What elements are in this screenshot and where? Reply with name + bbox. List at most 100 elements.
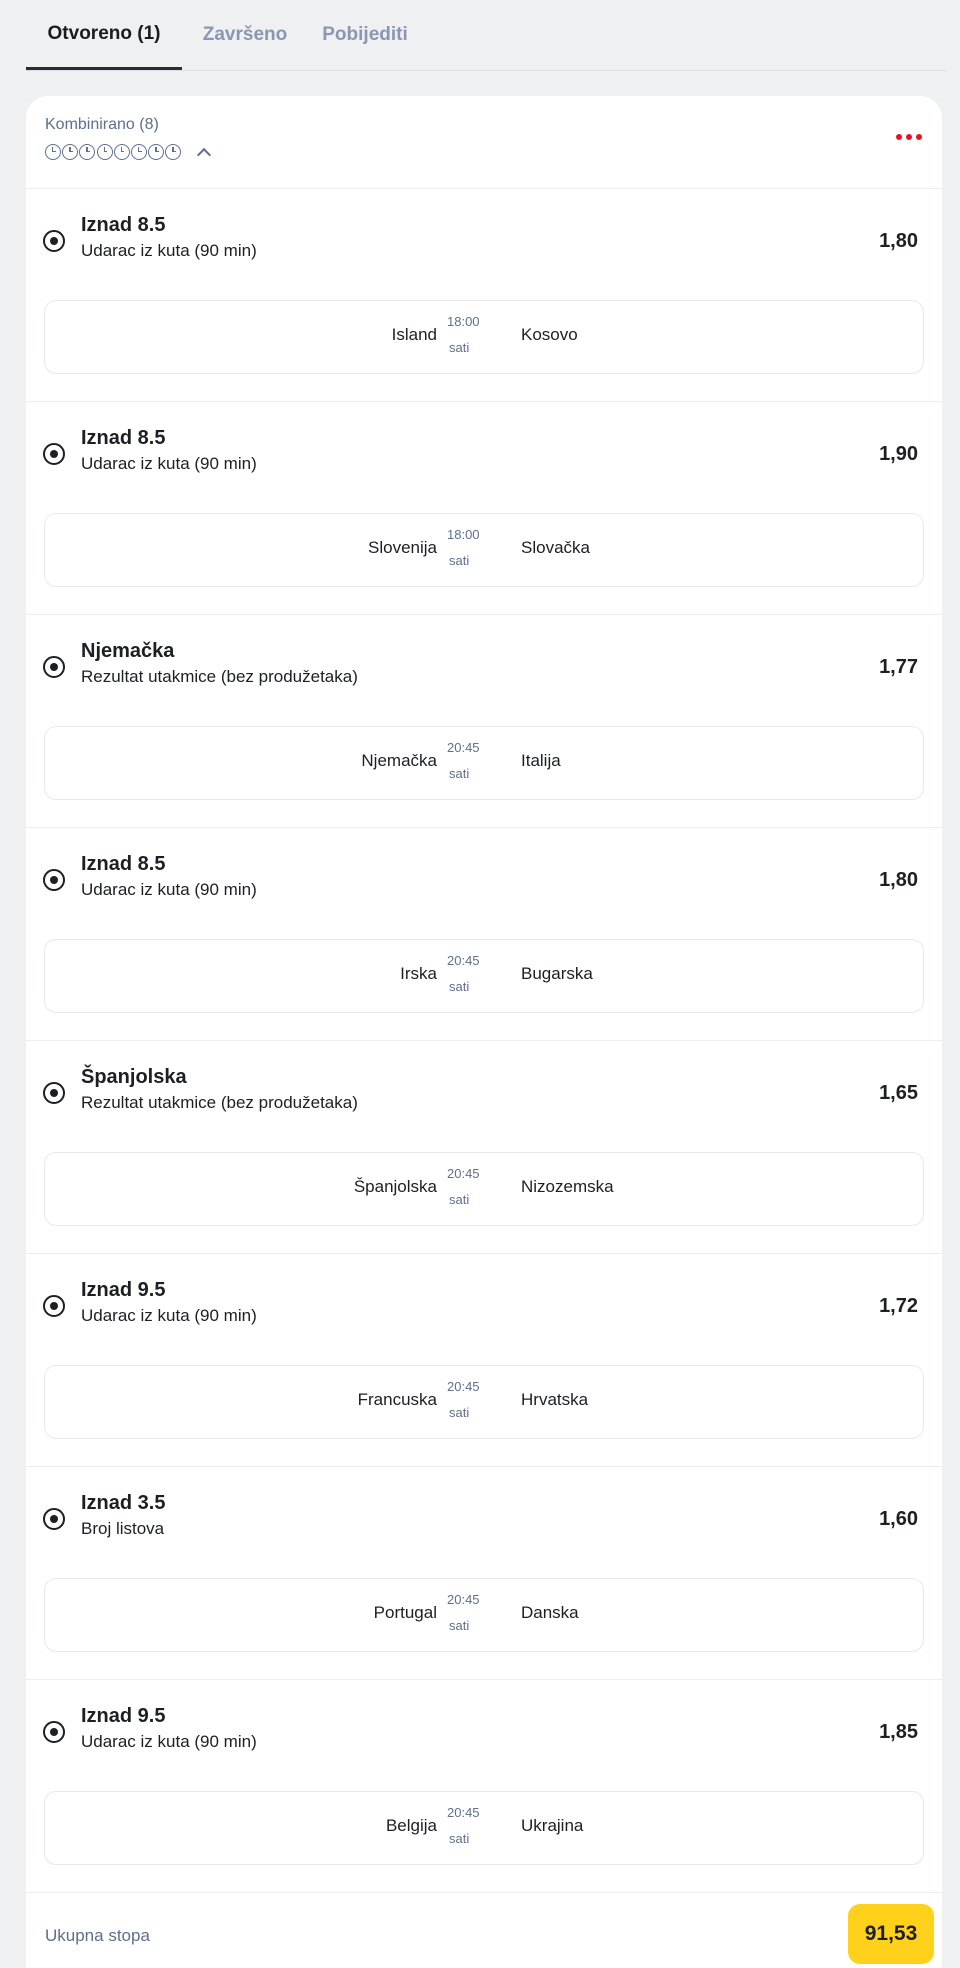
selection-item: Iznad 9.5 Udarac iz kuta (90 min) 1,72 F… <box>26 1253 942 1467</box>
selection-market: Udarac iz kuta (90 min) <box>81 880 257 899</box>
more-options-button[interactable] <box>892 134 922 140</box>
home-team: Belgija <box>385 1816 437 1835</box>
selection-odds: 1,90 <box>879 443 918 465</box>
match-time-unit: sati <box>449 1405 470 1420</box>
clock-icon <box>45 144 61 160</box>
match-time: 18:00 <box>447 314 480 329</box>
football-icon <box>43 1295 65 1317</box>
match-time-unit: sati <box>449 766 470 781</box>
selection-market: Udarac iz kuta (90 min) <box>81 1732 257 1751</box>
away-team: Slovačka <box>521 538 590 557</box>
more-dots-icon <box>896 134 902 140</box>
away-team: Danska <box>521 1603 579 1622</box>
away-team: Hrvatska <box>521 1390 589 1409</box>
match-time: 20:45 <box>447 1805 480 1820</box>
match-row[interactable]: Irska 20:45 sati Bugarska <box>44 939 924 1013</box>
match-time: 20:45 <box>447 1166 480 1181</box>
tab-won[interactable]: Pobijediti <box>310 0 420 70</box>
selection-pick: Španjolska <box>81 1066 187 1088</box>
match-row[interactable]: Francuska 20:45 sati Hrvatska <box>44 1365 924 1439</box>
selection-item: Iznad 8.5 Udarac iz kuta (90 min) 1,80 I… <box>26 188 942 402</box>
clock-icon <box>79 144 96 160</box>
away-team: Nizozemska <box>521 1177 614 1196</box>
football-icon <box>43 443 65 465</box>
football-icon <box>43 869 65 891</box>
selection-status-icons <box>45 142 211 162</box>
selection-odds: 1,60 <box>879 1508 918 1530</box>
away-team: Kosovo <box>521 325 578 344</box>
away-team: Ukrajina <box>521 1816 584 1835</box>
ticket-type-label: Kombinirano (8) <box>45 116 159 133</box>
match-time-unit: sati <box>449 340 470 355</box>
tab-open[interactable]: Otvoreno (1) <box>26 0 182 70</box>
match-row[interactable]: Slovenija 18:00 sati Slovačka <box>44 513 924 587</box>
match-time-unit: sati <box>449 1831 470 1846</box>
match-row[interactable]: Portugal 20:45 sati Danska <box>44 1578 924 1652</box>
selection-pick: Iznad 8.5 <box>81 214 166 236</box>
selection-odds: 1,65 <box>879 1082 918 1104</box>
selection-pick: Iznad 9.5 <box>81 1705 166 1727</box>
match-time: 20:45 <box>447 1592 480 1607</box>
total-odds-label: Ukupna stopa <box>45 1926 150 1945</box>
selection-odds: 1,77 <box>879 656 918 678</box>
away-team: Bugarska <box>521 964 593 983</box>
selection-pick: Iznad 8.5 <box>81 427 166 449</box>
selection-odds: 1,80 <box>879 869 918 891</box>
clock-icon <box>148 144 165 160</box>
clock-icon <box>96 144 113 160</box>
more-dots-icon <box>916 134 922 140</box>
tab-finished[interactable]: Završeno <box>192 0 298 70</box>
bet-ticket-card: Kombinirano (8) Iznad 8.5 Udarac iz kuta… <box>26 96 942 1968</box>
match-row[interactable]: Island 18:00 sati Kosovo <box>44 300 924 374</box>
selection-pick: Iznad 3.5 <box>81 1492 166 1514</box>
selection-market: Udarac iz kuta (90 min) <box>81 454 257 473</box>
match-time: 20:45 <box>447 953 480 968</box>
chevron-up-icon[interactable] <box>196 147 211 162</box>
selection-item: Španjolska Rezultat utakmice (bez produž… <box>26 1040 942 1254</box>
selection-odds: 1,85 <box>879 1721 918 1743</box>
match-time: 20:45 <box>447 740 480 755</box>
home-team: Francuska <box>357 1390 437 1409</box>
football-icon <box>43 656 65 678</box>
selection-item: Iznad 3.5 Broj listova 1,60 Portugal 20:… <box>26 1466 942 1680</box>
selection-item: Iznad 8.5 Udarac iz kuta (90 min) 1,80 I… <box>26 827 942 1041</box>
clock-icon <box>130 144 147 160</box>
match-time: 18:00 <box>447 527 480 542</box>
selection-odds: 1,72 <box>879 1295 918 1317</box>
match-row[interactable]: Njemačka 20:45 sati Italija <box>44 726 924 800</box>
selection-market: Udarac iz kuta (90 min) <box>81 241 257 260</box>
football-icon <box>43 230 65 252</box>
match-time-unit: sati <box>449 1618 470 1633</box>
ticket-header: Kombinirano (8) <box>26 96 942 189</box>
clock-icon <box>165 144 182 160</box>
away-team: Italija <box>521 751 561 770</box>
total-odds-badge: 91,53 <box>848 1904 934 1964</box>
bet-tabs: Otvoreno (1) Završeno Pobijediti <box>26 0 946 71</box>
football-icon <box>43 1082 65 1104</box>
match-time-unit: sati <box>449 553 470 568</box>
home-team: Island <box>391 325 437 344</box>
selection-market: Udarac iz kuta (90 min) <box>81 1306 257 1325</box>
home-team: Slovenija <box>368 538 437 557</box>
selection-market: Rezultat utakmice (bez produžetaka) <box>81 1093 358 1112</box>
match-time-unit: sati <box>449 1192 470 1207</box>
match-row[interactable]: Belgija 20:45 sati Ukrajina <box>44 1791 924 1865</box>
selection-pick: Njemačka <box>81 640 175 662</box>
selection-pick: Iznad 8.5 <box>81 853 166 875</box>
selection-odds: 1,80 <box>879 230 918 252</box>
home-team: Španjolska <box>353 1177 437 1196</box>
selection-pick: Iznad 9.5 <box>81 1279 166 1301</box>
selection-market: Broj listova <box>81 1519 165 1538</box>
match-time: 20:45 <box>447 1379 480 1394</box>
football-icon <box>43 1721 65 1743</box>
home-team: Njemačka <box>361 751 437 770</box>
match-time-unit: sati <box>449 979 470 994</box>
selection-market: Rezultat utakmice (bez produžetaka) <box>81 667 358 686</box>
football-icon <box>43 1508 65 1530</box>
home-team: Portugal <box>373 1603 437 1622</box>
selection-item: Iznad 8.5 Udarac iz kuta (90 min) 1,90 S… <box>26 401 942 615</box>
home-team: Irska <box>400 964 437 983</box>
selection-item: Njemačka Rezultat utakmice (bez produžet… <box>26 614 942 828</box>
match-row[interactable]: Španjolska 20:45 sati Nizozemska <box>44 1152 924 1226</box>
ticket-footer: Ukupna stopa 91,53 <box>26 1888 942 1968</box>
